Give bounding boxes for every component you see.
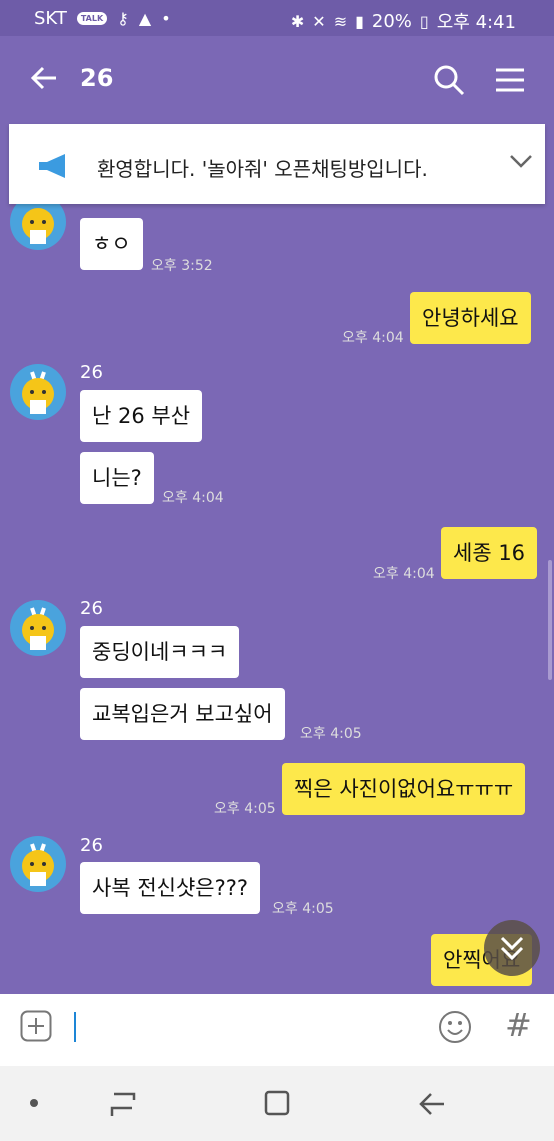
key-icon: ⚷ <box>117 9 129 28</box>
sender-name: 26 <box>80 598 103 619</box>
scroll-to-bottom-button[interactable] <box>484 920 540 976</box>
wifi-icon: ≋ <box>333 11 348 31</box>
character-avatar-icon <box>22 843 54 886</box>
message-bubble[interactable]: 니는? <box>80 452 154 504</box>
chat-title: 26 <box>80 64 114 92</box>
character-avatar-icon <box>22 208 54 244</box>
home-icon[interactable] <box>264 1090 290 1116</box>
search-icon[interactable] <box>433 64 465 96</box>
system-navigation-bar <box>0 1066 554 1141</box>
more-notifications-icon: • <box>161 9 171 28</box>
message-bubble[interactable]: 중딩이네ㅋㅋㅋ <box>80 626 240 678</box>
message-bubble[interactable]: 세종 16 <box>441 527 538 579</box>
chat-header: 26 <box>0 36 554 124</box>
notice-banner[interactable]: 환영합니다. '놀아줘' 오픈채팅방입니다. <box>9 124 545 204</box>
message-time: 오후 4:04 <box>373 566 435 582</box>
message-bubble[interactable]: 난 26 부산 <box>80 390 203 442</box>
message-list[interactable]: ㅎㅇ 오후 3:52 안녕하세요 오후 4:04 26 난 26 부산 니는? … <box>0 204 554 994</box>
notice-text: 환영합니다. '놀아줘' 오픈채팅방입니다. <box>97 157 428 181</box>
hamburger-menu-icon[interactable] <box>496 68 524 92</box>
message-time: 오후 4:05 <box>214 801 276 817</box>
message-time: 오후 3:52 <box>151 258 213 274</box>
character-avatar-icon <box>22 371 54 414</box>
plus-icon[interactable] <box>20 1010 52 1042</box>
avatar[interactable] <box>10 204 66 250</box>
bluetooth-icon: ✱ <box>290 11 305 31</box>
message-time: 오후 4:05 <box>272 901 334 917</box>
avatar[interactable] <box>10 836 66 892</box>
battery-icon: ▯ <box>419 11 429 31</box>
chat-scrollbar[interactable] <box>548 560 552 680</box>
megaphone-icon <box>39 154 65 178</box>
character-avatar-icon <box>22 607 54 650</box>
app-notification-icon: ▲ <box>138 9 152 28</box>
message-bubble[interactable]: 사복 전신샷은??? <box>80 862 261 914</box>
double-chevron-down-icon <box>500 936 524 961</box>
hash-button[interactable]: # <box>505 1006 532 1044</box>
status-bar: SKT TALK ⚷ ▲ • ✱ ✕ ≋ ▮ 20% ▯ 오후 4:41 <box>0 0 554 36</box>
talk-notification-icon: TALK <box>76 12 108 25</box>
back-icon[interactable] <box>418 1090 446 1118</box>
avatar[interactable] <box>10 364 66 420</box>
sender-name: 26 <box>80 835 103 856</box>
chevron-down-icon[interactable] <box>509 152 533 172</box>
message-bubble[interactable]: 교복입은거 보고싶어 <box>80 688 285 740</box>
avatar[interactable] <box>10 600 66 656</box>
nav-dot-icon[interactable] <box>30 1099 38 1107</box>
message-time: 오후 4:04 <box>162 490 224 506</box>
back-arrow-icon[interactable] <box>30 64 58 92</box>
message-bubble[interactable]: 찍은 사진이없어요ㅠㅠㅠ <box>282 763 526 815</box>
battery-level: 20% <box>371 10 412 32</box>
message-bubble[interactable]: 안녕하세요 <box>410 292 531 344</box>
signal-icon: ▮ <box>355 11 364 31</box>
message-input-bar: # <box>0 994 554 1066</box>
message-input[interactable] <box>74 1012 76 1042</box>
message-time: 오후 4:04 <box>342 330 404 346</box>
recent-apps-icon[interactable] <box>108 1090 138 1118</box>
mute-icon: ✕ <box>312 11 326 31</box>
emoticon-icon[interactable] <box>438 1010 472 1044</box>
carrier-label: SKT <box>34 8 67 29</box>
clock: 오후 4:41 <box>436 12 516 33</box>
message-time: 오후 4:05 <box>300 726 362 742</box>
sender-name: 26 <box>80 362 103 383</box>
message-bubble[interactable]: ㅎㅇ <box>80 218 143 270</box>
